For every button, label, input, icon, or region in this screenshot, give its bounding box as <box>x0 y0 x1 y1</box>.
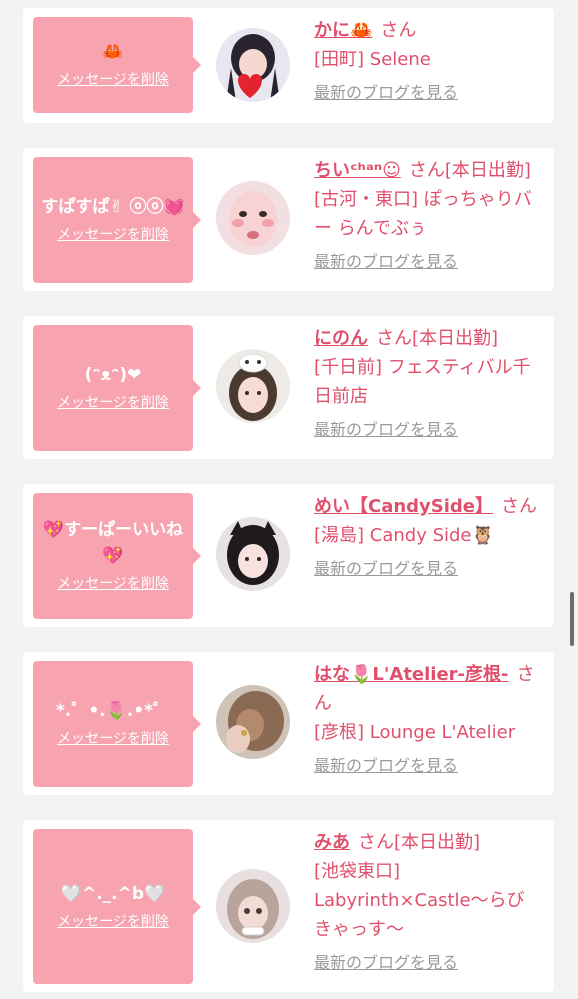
delete-message-link[interactable]: メッセージを削除 <box>57 69 169 91</box>
message-card: 🤍^._.^b🤍 メッセージを削除 みあ さん[本日出勤] [池袋東口] Laby… <box>23 820 554 992</box>
shop-label: [田町] Selene <box>314 49 431 70</box>
profile-name-link[interactable]: かに🦀 <box>314 20 372 41</box>
message-bubble: 🦀 メッセージを削除 <box>33 17 201 113</box>
profile-name-link[interactable]: ちいᶜʰᵃⁿ☺ <box>314 160 401 181</box>
name-suffix: さん <box>501 496 538 517</box>
message-bubble: (ᵔᴥᵔ)❤ メッセージを削除 <box>33 325 201 451</box>
message-card: 🦀 メッセージを削除 かに🦀 さん [田町] Selene 最新のブログを見る <box>23 8 554 123</box>
avatar-photo-icon <box>216 869 290 943</box>
avatar-photo-icon <box>216 517 290 591</box>
avatar[interactable] <box>216 28 290 102</box>
name-suffix: さん[本日出勤] <box>358 832 481 853</box>
scrollbar[interactable] <box>570 592 574 646</box>
profile-name-link[interactable]: にのん <box>314 328 368 349</box>
name-suffix: さん[本日出勤] <box>376 328 499 349</box>
avatar-photo-icon <box>216 349 290 423</box>
avatar-photo-icon <box>216 685 290 759</box>
delete-message-link[interactable]: メッセージを削除 <box>57 728 169 750</box>
profile-name-link[interactable]: めい【CandySide】 <box>314 496 493 517</box>
name-suffix: さん <box>380 20 417 41</box>
latest-blog-link[interactable]: 最新のブログを見る <box>314 751 540 780</box>
message-text: すぱすぱ✌ ⓞⓞ💓 <box>41 197 185 217</box>
delete-message-link[interactable]: メッセージを削除 <box>57 911 169 933</box>
message-text: 🦀 <box>102 42 124 62</box>
message-text: *.゜•.🌷.•*゜ <box>55 701 171 721</box>
latest-blog-link[interactable]: 最新のブログを見る <box>314 554 540 583</box>
delete-message-link[interactable]: メッセージを削除 <box>57 224 169 246</box>
latest-blog-link[interactable]: 最新のブログを見る <box>314 415 540 444</box>
message-bubble: *.゜•.🌷.•*゜ メッセージを削除 <box>33 661 201 787</box>
message-text: 🤍^._.^b🤍 <box>60 883 166 904</box>
profile-info: かに🦀 さん [田町] Selene 最新のブログを見る <box>314 16 540 107</box>
profile-info: みあ さん[本日出勤] [池袋東口] Labyrinth×Castle〜らびきゃっ… <box>314 828 540 977</box>
avatar[interactable] <box>216 349 290 423</box>
delete-message-link[interactable]: メッセージを削除 <box>57 573 169 595</box>
shop-label: [池袋東口] Labyrinth×Castle〜らびきゃっす〜 <box>314 861 525 940</box>
avatar[interactable] <box>216 869 290 943</box>
message-card: *.゜•.🌷.•*゜ メッセージを削除 はな🌷L'Atelier-彦根- さん [… <box>23 652 554 795</box>
message-list: 🦀 メッセージを削除 かに🦀 さん [田町] Selene 最新のブログを見る す… <box>0 0 578 999</box>
shop-label: [古河・東口] ぽっちゃりバー らんでぶぅ <box>314 189 532 239</box>
profile-info: にのん さん[本日出勤] [千日前] フェスティバル千日前店 最新のブログを見る <box>314 324 540 444</box>
avatar[interactable] <box>216 685 290 759</box>
delete-message-link[interactable]: メッセージを削除 <box>57 392 169 414</box>
avatar-photo-icon <box>216 181 290 255</box>
message-bubble: 💖すーぱーいいね💖 メッセージを削除 <box>33 493 201 619</box>
profile-info: めい【CandySide】 さん [湯島] Candy Side🦉 最新のブログを… <box>314 492 540 583</box>
message-text: (ᵔᴥᵔ)❤ <box>84 365 142 385</box>
avatar[interactable] <box>216 517 290 591</box>
avatar-photo-icon <box>216 28 290 102</box>
shop-label: [千日前] フェスティバル千日前店 <box>314 357 531 407</box>
profile-name-link[interactable]: みあ <box>314 832 350 853</box>
message-text: 💖すーぱーいいね💖 <box>42 520 184 566</box>
message-bubble: 🤍^._.^b🤍 メッセージを削除 <box>33 829 201 984</box>
message-card: (ᵔᴥᵔ)❤ メッセージを削除 にのん さん[本日出勤] [千日前] フェスティバ… <box>23 316 554 459</box>
name-suffix: さん[本日出勤] <box>408 160 531 181</box>
latest-blog-link[interactable]: 最新のブログを見る <box>314 948 540 977</box>
latest-blog-link[interactable]: 最新のブログを見る <box>314 247 540 276</box>
profile-info: はな🌷L'Atelier-彦根- さん [彦根] Lounge L'Atelier… <box>314 660 540 780</box>
message-card: すぱすぱ✌ ⓞⓞ💓 メッセージを削除 ちいᶜʰᵃⁿ☺ さん[本日出勤] [古河・東… <box>23 148 554 291</box>
profile-info: ちいᶜʰᵃⁿ☺ さん[本日出勤] [古河・東口] ぽっちゃりバー らんでぶぅ 最新… <box>314 156 540 276</box>
profile-name-link[interactable]: はな🌷L'Atelier-彦根- <box>314 664 509 685</box>
message-bubble: すぱすぱ✌ ⓞⓞ💓 メッセージを削除 <box>33 157 201 283</box>
avatar[interactable] <box>216 181 290 255</box>
message-card: 💖すーぱーいいね💖 メッセージを削除 めい【CandySide】 さん [湯島] … <box>23 484 554 627</box>
latest-blog-link[interactable]: 最新のブログを見る <box>314 78 540 107</box>
shop-label: [湯島] Candy Side🦉 <box>314 525 494 546</box>
shop-label: [彦根] Lounge L'Atelier <box>314 722 516 743</box>
